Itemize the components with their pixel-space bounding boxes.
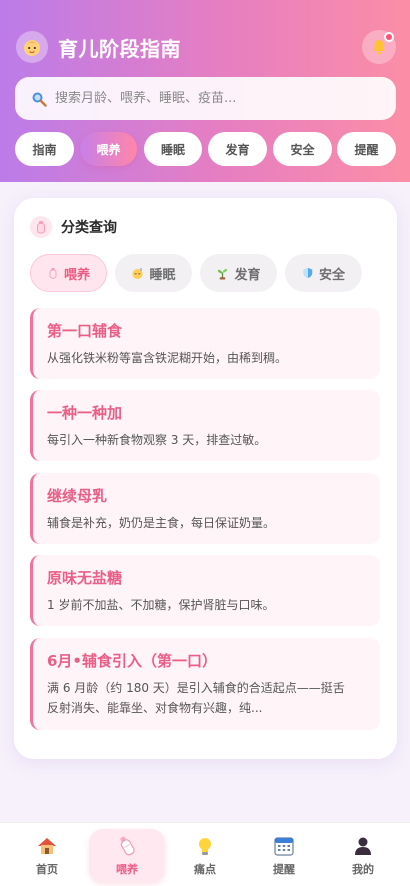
tab-development[interactable]: 发育 [208, 132, 267, 166]
nav-profile[interactable]: 我的 [325, 829, 401, 883]
list-item[interactable]: 一种一种加 每引入一种新食物观察 3 天，排查过敏。 [30, 390, 380, 461]
tab-reminders[interactable]: 提醒 [337, 132, 396, 166]
tab-sleep[interactable]: 睡眠 [144, 132, 202, 166]
item-title: 一种一种加 [47, 404, 123, 422]
tab-guide[interactable]: 指南 [15, 132, 74, 166]
shield-icon [303, 267, 313, 279]
chip-development[interactable]: 发育 [200, 254, 277, 292]
bottom-nav: 首页 喂养 痛点 提醒 我的 [0, 822, 410, 886]
item-title: 继续母乳 [47, 487, 108, 505]
baby-face-icon [16, 31, 48, 63]
nav-home[interactable]: 首页 [9, 829, 85, 883]
nav-label: 我的 [352, 863, 374, 876]
nav-feeding[interactable]: 喂养 [89, 829, 165, 883]
bottle-icon [49, 267, 57, 279]
brand: 育儿阶段指南 [16, 30, 181, 64]
sleep-face-icon: z [132, 267, 144, 279]
sprout-icon [218, 268, 228, 280]
category-card: 分类查询 喂养 z 睡眠 发育 安全 第一口辅食 从强化铁米粉等富含铁泥糊开始，… [14, 198, 397, 759]
bottle-icon [30, 216, 52, 238]
chip-safety[interactable]: 安全 [285, 254, 362, 292]
item-title: 原味无盐糖 [47, 569, 123, 587]
chip-label: 睡眠 [149, 267, 176, 283]
person-icon [352, 835, 374, 857]
chip-label: 发育 [234, 267, 261, 283]
lightbulb-icon [194, 835, 216, 857]
nav-reminders[interactable]: 提醒 [246, 829, 322, 883]
card-title: 分类查询 [61, 220, 117, 236]
chip-sleep[interactable]: z 睡眠 [115, 254, 192, 292]
card-header: 分类查询 [30, 216, 117, 238]
notification-dot [384, 32, 394, 42]
search-icon [32, 92, 47, 107]
item-desc-line: 反射消失、能靠坐、对食物有兴趣，纯... [47, 701, 263, 715]
item-desc: 从强化铁米粉等富含铁泥糊开始，由稀到稠。 [47, 351, 288, 365]
nav-label: 痛点 [194, 863, 216, 876]
house-icon [36, 835, 58, 857]
nav-pain-points[interactable]: 痛点 [167, 829, 243, 883]
list-item[interactable]: 6月•辅食引入（第一口） 满 6 月龄（约 180 天）是引入辅食的合适起点——… [30, 638, 380, 730]
calendar-icon [273, 835, 295, 857]
app-title: 育儿阶段指南 [58, 36, 181, 61]
list-item[interactable]: 继续母乳 辅食是补充，奶仍是主食，每日保证奶量。 [30, 473, 380, 544]
item-desc-line: 满 6 月龄（约 180 天）是引入辅食的合适起点——挺舌 [47, 681, 345, 695]
header: 育儿阶段指南 指南 喂养 睡眠 发育 安全 提醒 [0, 0, 410, 182]
bottle-icon [116, 835, 138, 857]
nav-label: 提醒 [273, 863, 295, 876]
list-item[interactable]: 原味无盐糖 1 岁前不加盐、不加糖，保护肾脏与口味。 [30, 555, 380, 626]
item-desc: 辅食是补充，奶仍是主食，每日保证奶量。 [47, 516, 276, 530]
item-desc: 每引入一种新食物观察 3 天，排查过敏。 [47, 433, 267, 447]
item-title: 第一口辅食 [47, 322, 123, 340]
search-bar[interactable] [15, 77, 396, 120]
nav-label: 首页 [36, 863, 58, 876]
search-input[interactable] [55, 91, 375, 106]
notification-button[interactable] [362, 30, 396, 64]
item-desc: 1 岁前不加盐、不加糖，保护肾脏与口味。 [47, 598, 275, 612]
tab-safety[interactable]: 安全 [273, 132, 332, 166]
item-desc: 满 6 月龄（约 180 天）是引入辅食的合适起点——挺舌 反射消失、能靠坐、对… [47, 678, 368, 718]
svg-text:z: z [140, 267, 142, 271]
chip-label: 安全 [318, 267, 345, 283]
item-title: 6月•辅食引入（第一口） [47, 652, 218, 670]
tab-feeding[interactable]: 喂养 [80, 132, 137, 166]
list-item[interactable]: 第一口辅食 从强化铁米粉等富含铁泥糊开始，由稀到稠。 [30, 308, 380, 379]
chip-feeding[interactable]: 喂养 [30, 254, 107, 292]
page: 育儿阶段指南 指南 喂养 睡眠 发育 安全 提醒 [0, 0, 410, 886]
nav-label: 喂养 [116, 863, 138, 876]
chip-label: 喂养 [63, 267, 90, 283]
